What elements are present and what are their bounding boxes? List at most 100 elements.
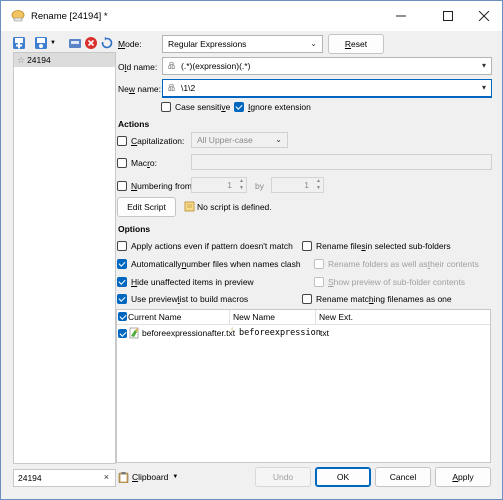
title-bar: Rename [24194] *: [1, 1, 502, 31]
options-heading: Options: [118, 224, 151, 234]
chevron-down-icon: ⌄: [275, 135, 282, 144]
checkbox-box: [302, 294, 312, 304]
checkbox-box: [117, 277, 127, 287]
delete-preset-icon[interactable]: [84, 36, 98, 50]
cancel-button[interactable]: Cancel: [375, 467, 431, 487]
add-from-list-icon[interactable]: [34, 36, 48, 50]
pattern-icon: 品: [168, 85, 175, 92]
old-name-label: Old name:: [118, 62, 158, 72]
column-divider[interactable]: [315, 310, 316, 325]
show-subfolder-preview-checkbox[interactable]: Show preview of sub-folder contents: [314, 277, 465, 287]
preview-header: Current Name New Name New Ext.: [117, 310, 490, 325]
select-all-checkbox[interactable]: [118, 312, 127, 321]
reset-icon[interactable]: [100, 36, 114, 50]
minimize-icon: [396, 15, 406, 17]
use-preview-list-checkbox[interactable]: Use preview l ist to build macros: [117, 294, 248, 304]
undo-button[interactable]: Undo: [255, 467, 311, 487]
column-divider[interactable]: [229, 310, 230, 325]
checkbox-box: [117, 241, 127, 251]
new-name-value: \1\2: [181, 83, 196, 93]
new-name-field[interactable]: 品 \1\2 ▾: [162, 79, 492, 98]
preset-pane: ▼ ☆ 24194 24194 ×: [8, 31, 116, 493]
preview-list[interactable]: Current Name New Name New Ext. beforeexp…: [116, 309, 491, 463]
numbering-from-stepper[interactable]: 1 ▲ ▼: [191, 177, 247, 193]
capitalization-checkbox[interactable]: Capitalization:: [117, 136, 184, 146]
auto-number-checkbox[interactable]: Automatically n umber files when names cl…: [117, 259, 301, 269]
save-preset-icon[interactable]: [68, 36, 82, 50]
checkbox-box: [314, 259, 324, 269]
hide-unaffected-checkbox[interactable]: Hide unaffected items in preview: [117, 277, 254, 287]
maximize-icon: [443, 11, 453, 21]
checkbox-box: [117, 294, 127, 304]
apply-button[interactable]: Apply: [435, 467, 491, 487]
table-row[interactable]: beforeexpressionafter.txt ‹ beforeexpres…: [117, 326, 490, 341]
checkbox-box: [302, 241, 312, 251]
checkbox-box: [117, 158, 127, 168]
spin-arrows-icon[interactable]: ▲ ▼: [239, 178, 244, 192]
macro-field[interactable]: [191, 154, 492, 170]
star-icon: ☆: [17, 54, 26, 65]
mode-select[interactable]: Regular Expressions ⌄: [162, 35, 323, 53]
numbering-by-label: by: [255, 181, 264, 191]
edit-marker-icon: ‹: [231, 326, 234, 333]
preset-toolbar: ▼: [12, 34, 115, 52]
list-item[interactable]: ☆ 24194: [14, 53, 115, 67]
reset-button[interactable]: Reset: [328, 34, 384, 54]
spin-arrows-icon[interactable]: ▲ ▼: [316, 178, 321, 192]
minimize-button[interactable]: [381, 1, 421, 31]
pattern-icon: 品: [168, 63, 175, 70]
rename-subfolders-checkbox[interactable]: Rename file s in selected sub-folders: [302, 241, 451, 251]
rename-matching-checkbox[interactable]: Rename matc h ing filenames as one: [302, 294, 452, 304]
clear-icon[interactable]: ×: [104, 472, 109, 482]
chevron-down-icon: ⌄: [310, 39, 317, 48]
numbering-by-stepper[interactable]: 1 ▲ ▼: [271, 177, 324, 193]
actions-heading: Actions: [118, 119, 150, 129]
add-preset-icon[interactable]: [12, 36, 26, 50]
rename-app-icon: [11, 9, 25, 23]
ignore-extension-checkbox[interactable]: Ignore extension: [234, 102, 311, 112]
checkbox-box: [161, 102, 171, 112]
new-name-label: New name:: [118, 84, 162, 94]
old-name-field[interactable]: 品 (.*)(expression)(.*) ▾: [162, 57, 492, 75]
mode-value: Regular Expressions: [168, 39, 247, 49]
new-ext-cell: txt: [320, 328, 329, 338]
close-icon: [479, 11, 489, 21]
mode-label: Mode:: [118, 39, 142, 49]
macro-checkbox[interactable]: Mac r o:: [117, 158, 157, 168]
column-new-name[interactable]: New Name: [233, 312, 275, 322]
script-icon: [184, 201, 195, 212]
checkbox-box: [117, 259, 127, 269]
no-script-text: No script is defined.: [197, 202, 272, 212]
apply-actions-checkbox[interactable]: Apply actions even if pattern doesn't ma…: [117, 241, 293, 251]
checkbox-box: [234, 102, 244, 112]
clipboard-button[interactable]: Clipboard ▼: [115, 467, 185, 487]
column-current-name[interactable]: Current Name: [128, 312, 181, 322]
file-icon: [129, 327, 140, 339]
old-name-value: (.*)(expression)(.*): [181, 61, 251, 71]
chevron-down-icon: ▾: [481, 61, 486, 70]
column-new-ext[interactable]: New Ext.: [319, 312, 353, 322]
edit-script-button[interactable]: Edit Script: [117, 197, 176, 217]
capitalization-select[interactable]: All Upper-case ⌄: [191, 132, 288, 148]
chevron-down-icon: ▼: [172, 474, 179, 480]
chevron-down-icon[interactable]: ▼: [50, 40, 56, 46]
capitalization-value: All Upper-case: [197, 135, 253, 145]
chevron-down-icon: ▾: [481, 83, 486, 92]
case-sensitive-checkbox[interactable]: Case sensiti v e: [161, 102, 230, 112]
filter-input[interactable]: 24194 ×: [13, 469, 116, 487]
rename-folders-contents-checkbox[interactable]: Rename folders as well as t heir contents: [314, 259, 479, 269]
preset-list: ☆ 24194: [13, 52, 116, 464]
rename-dialog: Rename [24194] * ▼ ☆ 24194 24194 × Mode:…: [0, 0, 503, 500]
ok-button[interactable]: OK: [315, 467, 371, 487]
close-button[interactable]: [464, 1, 503, 31]
row-checkbox[interactable]: [118, 329, 127, 338]
checkbox-box: [117, 136, 127, 146]
checkbox-box: [117, 181, 127, 191]
numbering-checkbox[interactable]: Numbering from:: [117, 181, 194, 191]
maximize-button[interactable]: [428, 1, 468, 31]
window-title: Rename [24194] *: [31, 10, 108, 22]
new-name-cell: beforeexpression: [239, 328, 321, 338]
filter-value: 24194: [18, 473, 42, 483]
checkbox-box: [314, 277, 324, 287]
list-item-label: 24194: [27, 55, 51, 65]
